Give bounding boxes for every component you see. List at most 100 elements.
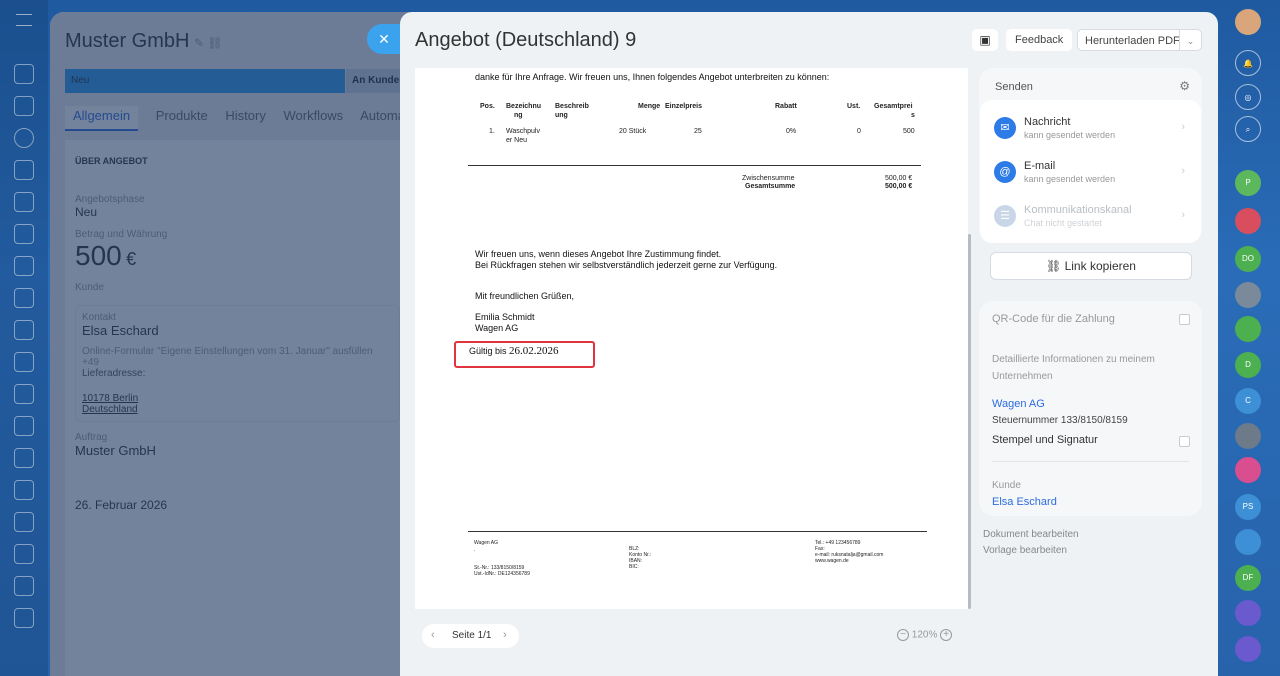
crm-title: Muster GmbH <box>65 30 190 52</box>
client-label: Kunde <box>75 282 104 293</box>
crm-icon[interactable] <box>14 128 34 148</box>
currency: € <box>126 249 137 269</box>
phase-label: Angebotsphase <box>75 194 145 205</box>
send-channel-option[interactable]: ☰ Kommunikationskanal Chat nicht gestart… <box>980 196 1201 240</box>
send-options: ✉ Nachricht kann gesendet werden › @ E-m… <box>980 100 1201 243</box>
greeting: Mit freundlichen Grüßen, <box>475 291 575 301</box>
bell-icon[interactable]: 🔔 <box>1235 50 1261 76</box>
chevron-right-icon[interactable]: › <box>503 629 507 641</box>
copy-link-button[interactable]: ⛓ Link kopieren <box>990 252 1192 280</box>
stamp-checkbox[interactable] <box>1179 436 1190 447</box>
activity-icon[interactable]: ◎ <box>1235 84 1261 110</box>
delivery-label: Lieferadresse: <box>82 368 146 379</box>
message-icon: ✉ <box>994 117 1016 139</box>
total-value: 500,00 € <box>885 183 913 190</box>
edit-template-link[interactable]: Vorlage bearbeiten <box>983 545 1067 556</box>
client-link[interactable]: Elsa Eschard <box>992 496 1057 508</box>
download-pdf-button[interactable]: Herunterladen PDF ⌄ <box>1077 29 1202 51</box>
close-button[interactable]: ✕ <box>367 24 401 54</box>
stage-new[interactable]: Neu <box>65 69 345 93</box>
chat-avatar-swirl-1[interactable] <box>1235 600 1261 626</box>
country[interactable]: Deutschland <box>82 404 393 415</box>
copy-link-label: Link kopieren <box>1064 259 1136 273</box>
info-divider <box>992 461 1189 462</box>
footer-bic: BIC: <box>629 564 639 570</box>
date-value: 26. Februar 2026 <box>75 498 168 512</box>
chevron-left-icon[interactable]: ‹ <box>431 629 435 641</box>
tasks-icon[interactable] <box>14 96 34 116</box>
chat-avatar-ps[interactable]: PS <box>1235 494 1261 520</box>
drive-icon[interactable] <box>14 256 34 276</box>
company-link[interactable]: Wagen AG <box>992 398 1045 410</box>
chat-avatar-df[interactable]: DF <box>1235 565 1261 591</box>
tab-allgemein[interactable]: Allgemein <box>65 106 139 131</box>
footer-web: www.wagen.de <box>815 558 849 564</box>
contact-name[interactable]: Elsa Eschard <box>82 323 393 338</box>
col-besch-2: ung <box>555 112 568 119</box>
tab-produkte[interactable]: Produkte <box>156 108 208 123</box>
city[interactable]: 10178 Berlin <box>82 393 393 404</box>
tab-workflows[interactable]: Workflows <box>283 108 343 123</box>
home-icon[interactable] <box>14 64 34 84</box>
highlight-box <box>454 341 595 368</box>
shop-icon[interactable] <box>14 576 34 596</box>
inventory-icon[interactable] <box>14 480 34 500</box>
feedback-button[interactable]: Feedback <box>1006 29 1073 51</box>
footer-tax-2: Ust.-IdNr.: DE124356789 <box>474 571 530 577</box>
scrollbar[interactable] <box>968 234 971 609</box>
company-label: Auftrag <box>75 432 108 443</box>
footer-company: Wagen AG <box>474 540 498 546</box>
chat-avatar-swirl-2[interactable] <box>1235 636 1261 662</box>
chat-avatar-d[interactable]: D <box>1235 352 1261 378</box>
chat-avatar-group[interactable] <box>1235 423 1261 449</box>
channel-icon: ☰ <box>994 205 1016 227</box>
documents-icon[interactable] <box>14 160 34 180</box>
menu-icon[interactable] <box>16 14 32 26</box>
chat-avatar-red[interactable] <box>1235 208 1261 234</box>
chevron-right-icon: › <box>1181 209 1185 221</box>
chat-avatar-card[interactable] <box>1235 316 1261 342</box>
calendar-icon[interactable] <box>14 224 34 244</box>
filter-icon[interactable] <box>14 544 34 564</box>
col-menge: Menge <box>638 103 661 110</box>
cart-icon[interactable] <box>14 448 34 468</box>
qr-checkbox[interactable] <box>1179 314 1190 325</box>
send-channel-sub: Chat nicht gestartet <box>1024 218 1103 228</box>
send-email-option[interactable]: @ E-mail kann gesendet werden › <box>980 152 1201 196</box>
chat-avatar-do[interactable]: DO <box>1235 246 1261 272</box>
marketing-icon[interactable] <box>14 384 34 404</box>
row-ust: 0 <box>857 128 861 135</box>
contact-center-icon[interactable] <box>14 512 34 532</box>
chat-avatar-calendar[interactable] <box>1235 457 1261 483</box>
checklist-icon[interactable] <box>14 320 34 340</box>
edit-icon[interactable]: ✎ ⛓ <box>194 36 223 50</box>
more-icon[interactable] <box>14 608 34 628</box>
row-menge: 20 Stück <box>619 128 647 135</box>
sites-icon[interactable] <box>14 288 34 308</box>
row-name-2: er Neu <box>506 137 528 144</box>
chat-avatar-photo[interactable] <box>1235 282 1261 308</box>
chat-avatar-msg[interactable] <box>1235 529 1261 555</box>
tab-history[interactable]: History <box>225 108 265 123</box>
send-email-sub: kann gesendet werden <box>1024 174 1116 184</box>
sign-icon[interactable] <box>14 416 34 436</box>
chat-avatar-p[interactable]: P <box>1235 170 1261 196</box>
phone[interactable]: +49 <box>82 357 393 368</box>
col-gesamt-2: s <box>911 112 915 119</box>
footer-divider <box>468 531 927 532</box>
search-icon[interactable]: ⌕ <box>1235 116 1261 142</box>
print-button[interactable]: ▣ <box>972 29 998 51</box>
zoom-out-icon[interactable]: − <box>897 629 909 641</box>
gear-icon[interactable]: ⚙ <box>1179 79 1190 93</box>
send-message-option[interactable]: ✉ Nachricht kann gesendet werden › <box>980 108 1201 152</box>
row-pos: 1. <box>489 128 495 135</box>
user-avatar[interactable] <box>1235 9 1261 35</box>
edit-document-link[interactable]: Dokument bearbeiten <box>983 529 1079 540</box>
zoom-in-icon[interactable]: + <box>940 629 953 641</box>
chat-avatar-c[interactable]: C <box>1235 388 1261 414</box>
email-icon: @ <box>994 161 1016 183</box>
mail-icon[interactable] <box>14 352 34 372</box>
company-name[interactable]: Muster GmbH <box>75 443 400 458</box>
chat-icon[interactable] <box>14 192 34 212</box>
chevron-down-icon[interactable]: ⌄ <box>1179 30 1201 50</box>
